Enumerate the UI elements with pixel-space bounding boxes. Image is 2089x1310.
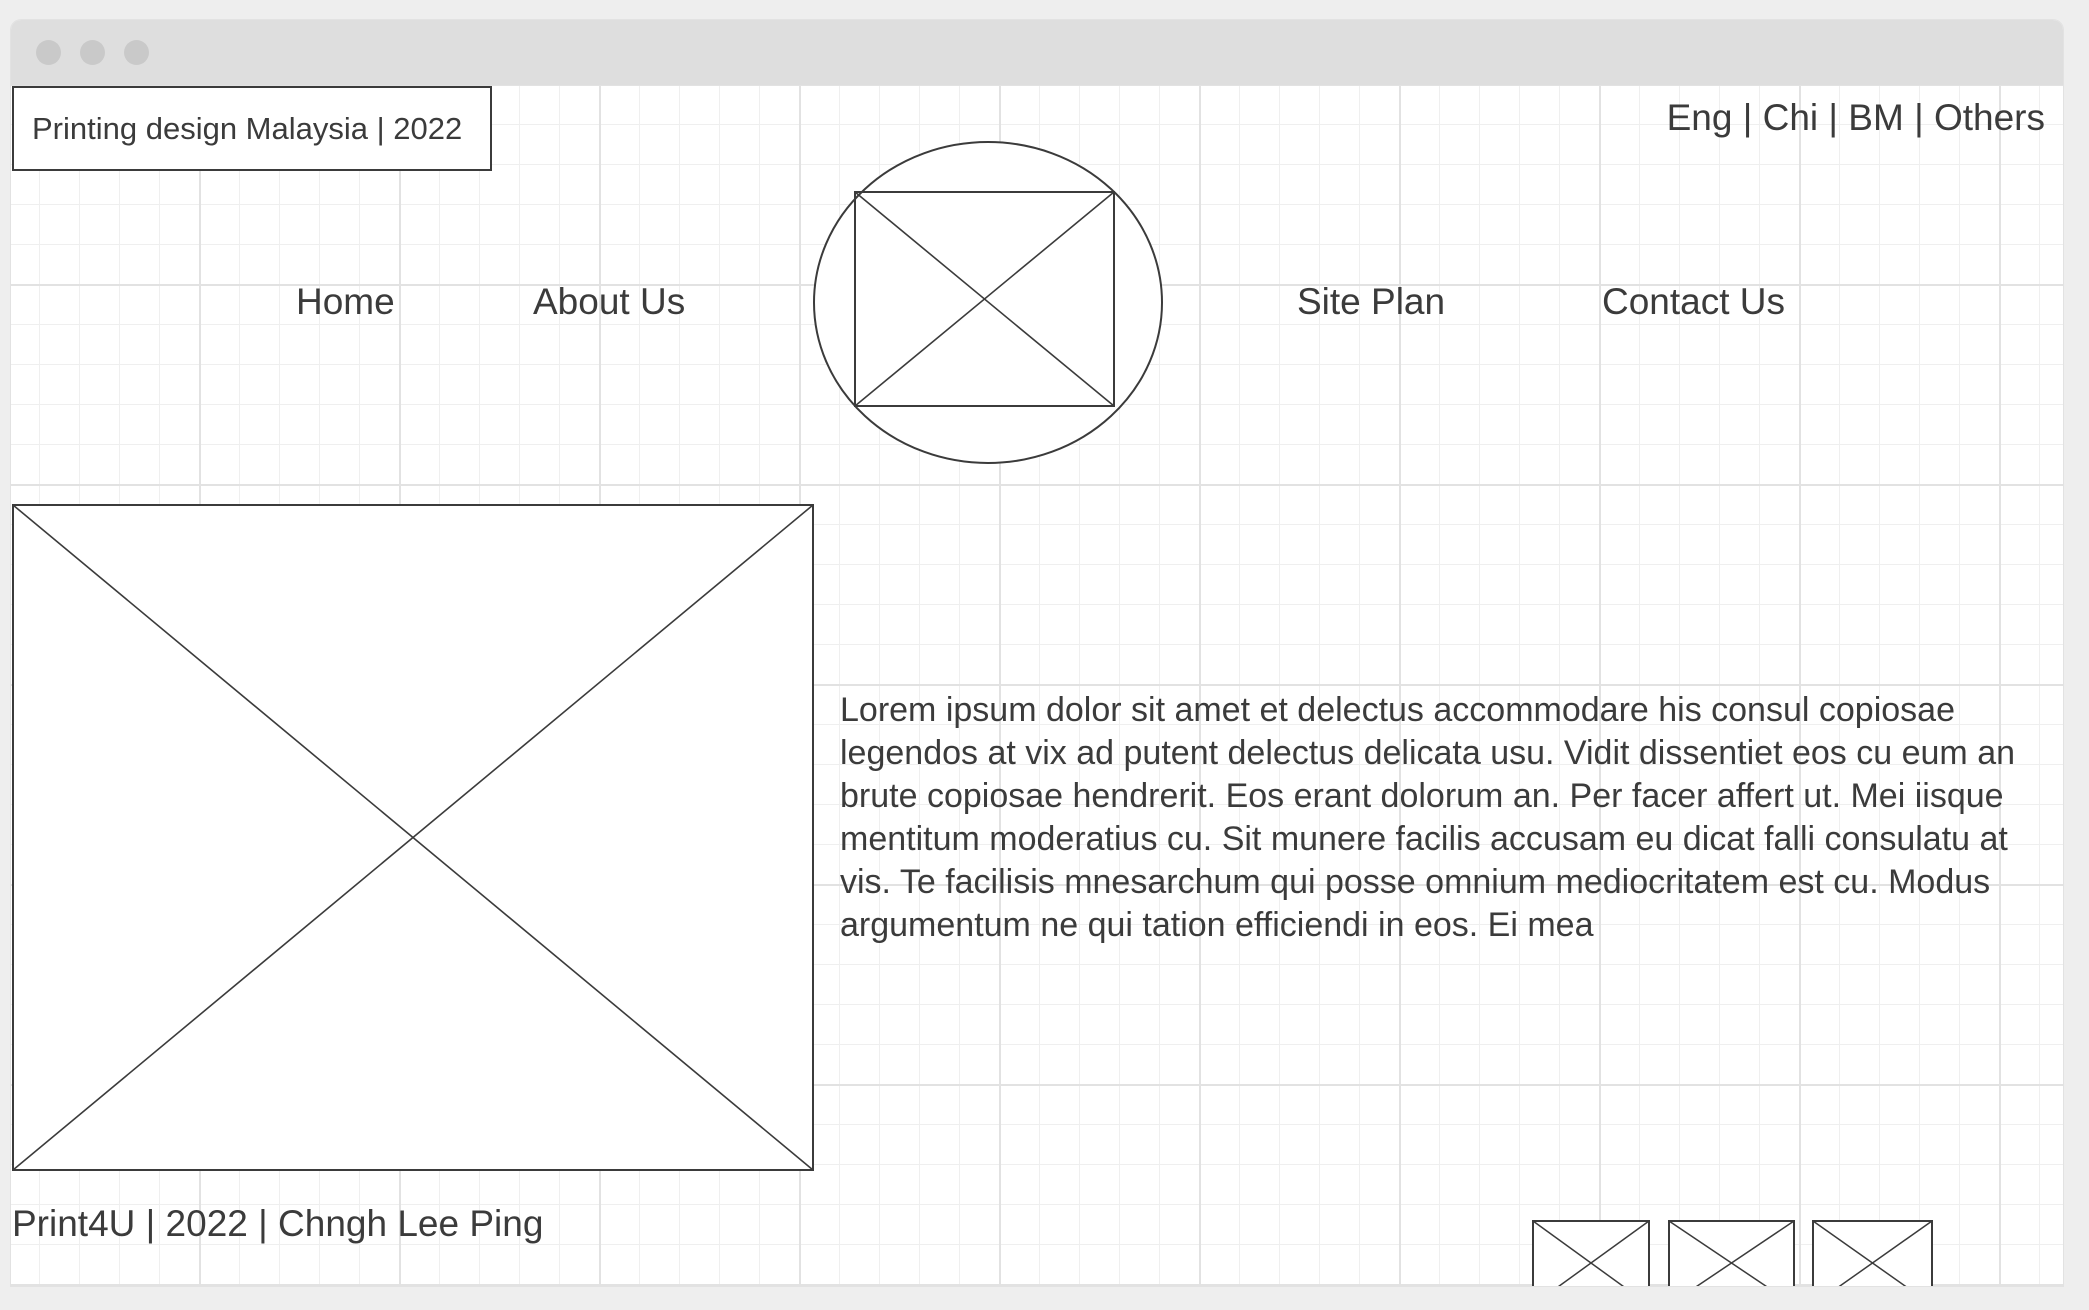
window-close-dot[interactable] bbox=[36, 40, 61, 65]
language-switcher[interactable]: Eng | Chi | BM | Others bbox=[1667, 97, 2045, 139]
image-placeholder-icon bbox=[1668, 1220, 1795, 1286]
nav-home[interactable]: Home bbox=[296, 281, 395, 323]
hero-image bbox=[12, 504, 814, 1171]
logo[interactable] bbox=[812, 140, 1164, 465]
image-placeholder-icon bbox=[813, 141, 1163, 464]
browser-window: Printing design Malaysia | 2022 Eng | Ch… bbox=[11, 20, 2063, 1286]
social-link-2[interactable] bbox=[1668, 1220, 1795, 1286]
window-minimize-dot[interactable] bbox=[80, 40, 105, 65]
footer-text: Print4U | 2022 | Chngh Lee Ping bbox=[12, 1203, 544, 1244]
nav-about-us[interactable]: About Us bbox=[533, 281, 685, 323]
window-titlebar bbox=[11, 20, 2063, 85]
social-link-3[interactable] bbox=[1812, 1220, 1933, 1286]
image-placeholder-icon bbox=[1812, 1220, 1933, 1286]
nav-site-plan[interactable]: Site Plan bbox=[1297, 281, 1445, 323]
social-link-1[interactable] bbox=[1532, 1220, 1650, 1286]
wireframe-canvas: Printing design Malaysia | 2022 Eng | Ch… bbox=[11, 85, 2063, 1286]
brand-box: Printing design Malaysia | 2022 bbox=[12, 86, 492, 171]
body-text: Lorem ipsum dolor sit amet et delectus a… bbox=[840, 691, 2016, 944]
image-placeholder-icon bbox=[12, 504, 814, 1171]
image-placeholder-icon bbox=[1532, 1220, 1650, 1286]
window-maximize-dot[interactable] bbox=[124, 40, 149, 65]
nav-contact-us[interactable]: Contact Us bbox=[1602, 281, 1785, 323]
